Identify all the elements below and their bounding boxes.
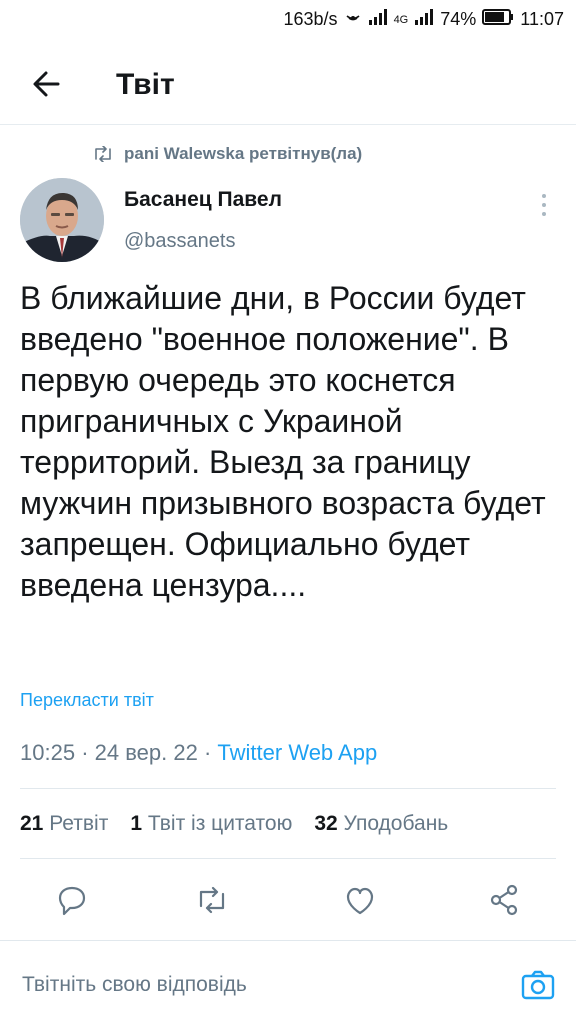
quotes-stat[interactable]: 1 Твіт із цитатою	[130, 812, 292, 836]
reply-input[interactable]: Твітніть свою відповідь	[22, 973, 247, 997]
retweet-icon	[95, 146, 111, 162]
top-bar: Твіт	[0, 44, 576, 125]
heart-icon	[346, 887, 374, 915]
reply-icon	[58, 886, 86, 916]
retweets-label: Ретвіт	[49, 812, 109, 835]
retweet-icon	[199, 886, 225, 914]
status-indicators: 163b/s 4G 74% 11:07	[284, 8, 564, 31]
camera-button[interactable]	[520, 967, 556, 1003]
divider	[20, 858, 556, 859]
tweet-stats: 21 Ретвіт 1 Твіт із цитатою 32 Уподобань	[20, 812, 448, 836]
network-speed: 163b/s	[283, 9, 338, 29]
more-vertical-icon	[542, 194, 546, 216]
arrow-left-icon	[33, 71, 60, 97]
retweets-count: 21	[20, 812, 44, 835]
reply-bar: Твітніть свою відповідь	[0, 940, 576, 1025]
like-button[interactable]	[340, 880, 380, 920]
more-options-button[interactable]	[534, 190, 554, 220]
status-bar: 163b/s 4G 74% 11:07	[0, 0, 576, 40]
page-title: Твіт	[116, 68, 175, 101]
retweets-stat[interactable]: 21 Ретвіт	[20, 812, 108, 836]
camera-icon	[521, 970, 555, 1000]
author-name[interactable]: Басанец Павел	[124, 188, 282, 212]
share-button[interactable]	[484, 880, 524, 920]
retweet-label: pani Walewska ретвітнув(ла)	[124, 144, 363, 163]
retweet-context[interactable]: pani Walewska ретвітнув(ла)	[92, 144, 362, 164]
signal-icon	[368, 9, 388, 30]
network-type: 4G	[393, 13, 409, 26]
battery-icon	[482, 9, 514, 30]
signal-icon-2	[414, 9, 434, 30]
avatar-image	[20, 178, 104, 262]
tweet-text: В ближайшие дни, в России будет введено …	[20, 280, 546, 603]
back-button[interactable]	[28, 64, 68, 104]
battery-percent: 74%	[440, 9, 477, 29]
tweet-date: 24 вер. 22	[94, 740, 198, 765]
author-handle[interactable]: @bassanets	[124, 230, 235, 253]
quotes-label: Твіт із цитатою	[147, 812, 293, 835]
likes-count: 32	[314, 812, 338, 835]
tweet-source-app[interactable]: Twitter Web App	[217, 740, 377, 765]
share-icon	[490, 884, 518, 916]
action-bar	[0, 872, 576, 928]
tweet-meta: 10:25 · 24 вер. 22 · Twitter Web App	[20, 740, 378, 765]
translate-link[interactable]: Перекласти твіт	[20, 690, 154, 711]
avatar[interactable]	[20, 178, 104, 262]
likes-label: Уподобань	[343, 812, 449, 835]
retweet-button[interactable]	[192, 880, 232, 920]
hotspot-icon	[344, 8, 362, 31]
tweet-time: 10:25	[20, 740, 76, 765]
quotes-count: 1	[130, 812, 143, 835]
likes-stat[interactable]: 32 Уподобань	[314, 812, 448, 836]
reply-button[interactable]	[52, 880, 92, 920]
divider	[20, 788, 556, 789]
clock: 11:07	[520, 9, 564, 29]
